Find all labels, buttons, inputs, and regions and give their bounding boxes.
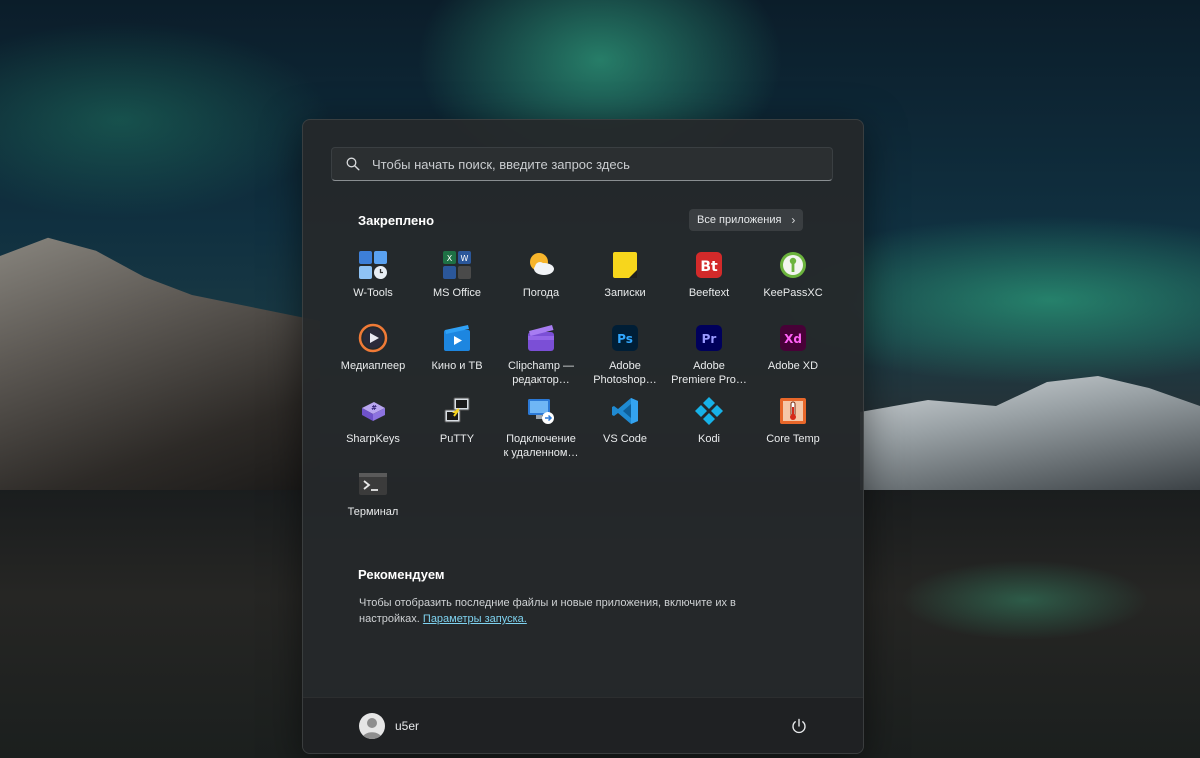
chevron-right-icon: ›: [791, 213, 796, 227]
clipchamp-icon: [526, 323, 556, 353]
wallpaper-mountains-left: [0, 237, 320, 490]
recommended-text: Чтобы отобразить последние файлы и новые…: [359, 597, 736, 625]
pinned-app-label: Записки: [604, 287, 646, 299]
pinned-app-label: Adobe Photoshop…: [593, 360, 657, 386]
pinned-app-premiere-pro[interactable]: Pr Adobe Premiere Pro…: [667, 321, 751, 394]
premiere-pro-icon: Pr: [694, 323, 724, 353]
start-footer: u5er: [303, 697, 863, 753]
pinned-app-sticky-notes[interactable]: Записки: [583, 248, 667, 321]
pinned-app-label: PuTTY: [439, 433, 475, 445]
svg-text:Xd: Xd: [784, 332, 802, 346]
pinned-app-label: Терминал: [347, 506, 399, 518]
sticky-notes-icon: [610, 250, 640, 280]
pinned-app-label: Adobe XD: [767, 360, 819, 372]
pinned-app-label: Медиаплеер: [340, 360, 406, 372]
weather-icon: [526, 250, 556, 280]
svg-text:W: W: [461, 254, 469, 263]
pinned-app-label: Clipchamp — редактор…: [507, 360, 575, 386]
all-apps-label: Все приложения: [697, 214, 782, 226]
pinned-app-w-tools[interactable]: W-Tools: [331, 248, 415, 321]
pinned-section-title: Закреплено: [358, 213, 435, 228]
svg-text:Pr: Pr: [702, 332, 717, 346]
vscode-icon: [610, 396, 640, 426]
svg-text:X: X: [447, 254, 453, 263]
user-avatar-icon: [362, 718, 382, 739]
pinned-app-ms-office[interactable]: X W MS Office: [415, 248, 499, 321]
beeftext-icon: Bt: [694, 250, 724, 280]
start-menu: Закреплено Все приложения › W-Tools: [302, 119, 864, 754]
pinned-app-label: W-Tools: [353, 287, 393, 299]
svg-text:Bt: Bt: [700, 259, 718, 275]
power-icon[interactable]: [790, 717, 808, 735]
recommended-message: Чтобы отобразить последние файлы и новые…: [359, 595, 779, 627]
recommended-section-title: Рекомендуем: [358, 567, 445, 582]
photoshop-icon: Ps: [610, 323, 640, 353]
pinned-app-label: Кино и ТВ: [431, 360, 483, 372]
search-icon: [346, 157, 360, 171]
terminal-icon: [358, 469, 388, 499]
pinned-app-adobe-xd[interactable]: Xd Adobe XD: [751, 321, 835, 394]
pinned-app-keepassxc[interactable]: KeePassXC: [751, 248, 835, 321]
wallpaper-aurora-reflection: [900, 560, 1150, 640]
media-player-icon: [358, 323, 388, 353]
pinned-app-movies-tv[interactable]: Кино и ТВ: [415, 321, 499, 394]
user-name[interactable]: u5er: [395, 719, 419, 733]
sharpkeys-icon: #: [358, 396, 388, 426]
remote-desktop-icon: [526, 396, 556, 426]
pinned-app-vscode[interactable]: VS Code: [583, 394, 667, 467]
pinned-app-kodi[interactable]: Kodi: [667, 394, 751, 467]
pinned-app-media-player[interactable]: Медиаплеер: [331, 321, 415, 394]
keepassxc-icon: [778, 250, 808, 280]
svg-text:#: #: [371, 404, 377, 412]
pinned-app-label: Adobe Premiere Pro…: [671, 360, 747, 386]
pinned-app-weather[interactable]: Погода: [499, 248, 583, 321]
core-temp-icon: [778, 396, 808, 426]
pinned-app-label: Подключение к удаленном…: [503, 433, 579, 459]
pinned-app-beeftext[interactable]: Bt Beeftext: [667, 248, 751, 321]
pinned-app-label: KeePassXC: [763, 287, 823, 299]
kodi-icon: [694, 396, 724, 426]
putty-icon: [442, 396, 472, 426]
launch-settings-link[interactable]: Параметры запуска.: [423, 613, 527, 625]
pinned-app-putty[interactable]: PuTTY: [415, 394, 499, 467]
pinned-app-photoshop[interactable]: Ps Adobe Photoshop…: [583, 321, 667, 394]
pinned-app-label: Погода: [522, 287, 560, 299]
search-input[interactable]: [370, 155, 832, 173]
movies-tv-icon: [442, 323, 472, 353]
adobe-xd-icon: Xd: [778, 323, 808, 353]
pinned-app-terminal[interactable]: Терминал: [331, 467, 415, 540]
pinned-app-clipchamp[interactable]: Clipchamp — редактор…: [499, 321, 583, 394]
pinned-app-core-temp[interactable]: Core Temp: [751, 394, 835, 467]
svg-text:Ps: Ps: [617, 332, 633, 346]
pinned-app-label: Kodi: [697, 433, 721, 445]
all-apps-button[interactable]: Все приложения ›: [689, 209, 804, 231]
pinned-app-label: Core Temp: [766, 433, 820, 445]
user-avatar[interactable]: [359, 713, 385, 739]
pinned-apps-grid: W-Tools X W MS Office Погода Записки Bt …: [331, 248, 835, 540]
pinned-app-label: SharpKeys: [346, 433, 400, 445]
search-box[interactable]: [331, 147, 833, 181]
pinned-app-label: Beeftext: [688, 287, 730, 299]
ms-office-icon: X W: [442, 250, 472, 280]
pinned-app-sharpkeys[interactable]: # SharpKeys: [331, 394, 415, 467]
wallpaper-mountains-right: [860, 376, 1200, 490]
pinned-app-remote-desktop[interactable]: Подключение к удаленном…: [499, 394, 583, 467]
pinned-app-label: MS Office: [432, 287, 482, 299]
w-tools-icon: [358, 250, 388, 280]
pinned-app-label: VS Code: [602, 433, 648, 445]
